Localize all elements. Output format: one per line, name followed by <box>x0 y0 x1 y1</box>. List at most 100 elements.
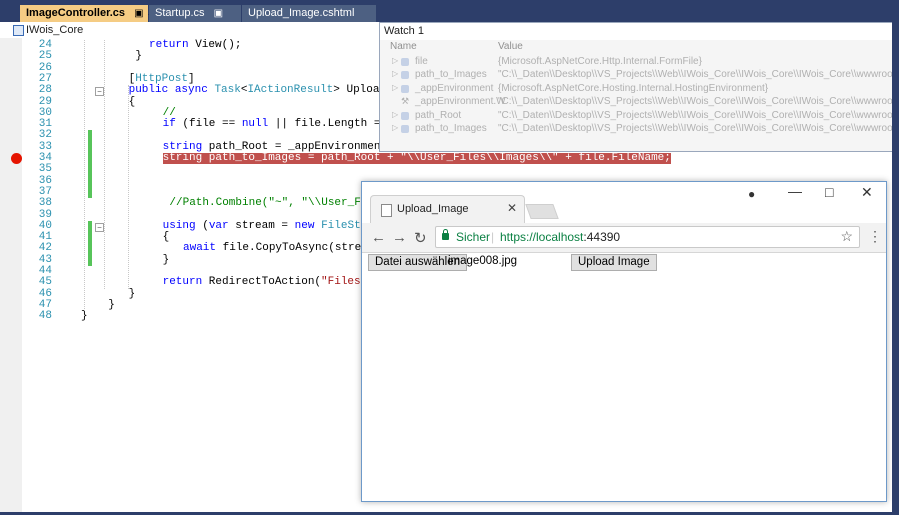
close-window-icon[interactable]: ✕ <box>861 184 873 201</box>
lock-icon <box>442 229 449 240</box>
watch-name: path_Root <box>415 109 462 121</box>
code-line[interactable]: { <box>129 96 136 108</box>
watch-name: path_to_Images <box>415 69 487 81</box>
separator: | <box>491 230 495 244</box>
watch-header: Name Value <box>380 40 898 54</box>
url-text: https://localhost:44390 <box>500 230 620 244</box>
page-icon <box>381 204 392 217</box>
watch-window: Watch 1 Name Value ▷ file {Microsoft.AspNe… <box>379 22 899 152</box>
collapse-icon[interactable]: − <box>95 222 104 232</box>
close-tab-icon[interactable]: ✕ <box>507 201 517 215</box>
tab-label: Startup.cs <box>155 7 205 19</box>
tab-imagecontroller[interactable]: ImageController.cs ▣ →✕ <box>20 5 165 22</box>
watch-name: file <box>415 56 428 67</box>
breakpoint-line[interactable]: string path_to_Images = path_Root + "\\U… <box>162 152 671 165</box>
address-bar[interactable]: Sicher | https://localhost:44390 ☆ <box>435 226 860 248</box>
new-tab-button[interactable] <box>525 204 559 219</box>
code-line[interactable]: { <box>163 231 170 243</box>
object-icon <box>401 111 409 120</box>
menu-icon[interactable]: ⋮ <box>868 228 882 245</box>
wrench-icon: ⚒ <box>401 96 410 107</box>
watch-title[interactable]: Watch 1 <box>380 23 898 40</box>
watch-value: "C:\\_Daten\\Desktop\\VS_Projects\\Web\\… <box>498 123 899 134</box>
expand-icon[interactable]: ▷ <box>392 123 398 132</box>
code-line[interactable]: return View(); <box>149 39 241 51</box>
watch-value-header[interactable]: Value <box>498 41 523 52</box>
url-scheme-host: https://localhost <box>500 230 584 244</box>
object-icon <box>401 58 409 66</box>
watch-name: _appEnvironment <box>415 82 494 94</box>
selected-file-name: image008.jpg <box>448 255 518 267</box>
changed-lines-marker <box>88 130 92 199</box>
tab-label: ImageController.cs <box>26 7 126 19</box>
watch-value: {Microsoft.AspNetCore.Http.Internal.Form… <box>498 56 702 67</box>
code-line[interactable]: } <box>129 288 136 300</box>
changed-lines-marker <box>88 220 92 266</box>
browser-toolbar: ← → ↻ Sicher | https://localhost:44390 ☆… <box>362 223 886 253</box>
watch-value: "C:\\_Daten\\Desktop\\VS_Projects\\Web\\… <box>498 69 899 81</box>
line-number: 42 <box>38 242 52 255</box>
project-dropdown[interactable]: IWois_Core <box>26 22 83 38</box>
watch-row[interactable]: ▷ file {Microsoft.AspNetCore.Http.Internal… <box>380 56 898 69</box>
document-tab-strip: ImageController.cs ▣ →✕ Startup.cs ▣ Upl… <box>0 0 899 22</box>
watch-value: "C:\\_Daten\\Desktop\\VS_Projects\\Web\\… <box>498 109 899 121</box>
code-line[interactable]: } <box>108 299 115 311</box>
window-frame-right <box>892 0 899 515</box>
back-icon[interactable]: ← <box>371 229 386 246</box>
watch-value: {Microsoft.AspNetCore.Hosting.Internal.H… <box>498 82 769 94</box>
line-number: 32 <box>38 129 52 142</box>
forward-icon[interactable]: → <box>392 229 407 246</box>
url-port: :44390 <box>583 230 621 244</box>
bookmark-star-icon[interactable]: ☆ <box>840 228 853 245</box>
page-content: Datei auswählen image008.jpg Upload Imag… <box>362 253 886 501</box>
line-number: 38 <box>38 197 52 210</box>
indent-guide <box>128 85 129 289</box>
indent-guide <box>104 40 105 289</box>
line-number: 28 <box>38 84 52 97</box>
browser-window: Upload_Image ✕ ● — □ ✕ ← → ↻ Sicher | ht… <box>361 181 887 502</box>
tab-upload-image[interactable]: Upload_Image.cshtml <box>242 5 376 22</box>
code-line[interactable]: } <box>81 310 88 322</box>
object-icon <box>401 125 409 133</box>
expand-icon[interactable]: ▷ <box>392 69 398 78</box>
watch-name: path_to_Images <box>415 123 487 134</box>
code-line[interactable]: } <box>135 50 142 62</box>
line-number: 35 <box>38 163 52 176</box>
watch-row[interactable]: ▷ path_Root "C:\\_Daten\\Desktop\\VS_Proje… <box>380 109 899 123</box>
object-icon <box>401 84 409 93</box>
line-number: 45 <box>38 276 52 289</box>
browser-tab-title: Upload_Image <box>397 203 469 215</box>
collapse-icon[interactable]: − <box>95 87 104 97</box>
code-line[interactable]: return RedirectToAction("Files"); <box>163 276 381 288</box>
watch-row[interactable]: ▷ path_to_Images "C:\\_Daten\\Desktop\\VS_… <box>380 69 899 82</box>
upload-image-button[interactable]: Upload Image <box>571 254 657 271</box>
minimize-icon[interactable]: — <box>788 183 802 199</box>
code-line[interactable]: await file.CopyToAsync(stream); <box>183 243 388 255</box>
indent-guide <box>84 40 85 312</box>
lock-icon: ▣ <box>213 8 224 19</box>
line-number: 48 <box>38 310 52 323</box>
maximize-icon[interactable]: □ <box>825 184 833 200</box>
secure-label: Sicher <box>456 230 491 244</box>
project-icon <box>13 25 24 36</box>
watch-value: "C:\\_Daten\\Desktop\\VS_Projects\\Web\\… <box>498 96 899 108</box>
profile-icon[interactable]: ● <box>748 187 755 201</box>
watch-name: _appEnvironment.W <box>415 96 506 108</box>
reload-icon[interactable]: ↻ <box>414 229 427 247</box>
expand-icon[interactable]: ▷ <box>392 83 398 92</box>
watch-row[interactable]: ▷ _appEnvironment {Microsoft.AspNetCore.Ho… <box>380 83 898 96</box>
expand-icon[interactable]: ▷ <box>392 110 398 119</box>
tab-startup[interactable]: Startup.cs ▣ <box>149 5 241 22</box>
browser-tab[interactable]: Upload_Image ✕ <box>370 195 525 223</box>
glyph-margin[interactable] <box>0 38 22 515</box>
browser-title-bar: Upload_Image ✕ ● — □ ✕ <box>362 182 886 223</box>
object-icon <box>401 71 409 80</box>
watch-row[interactable]: ⚒ _appEnvironment.W "C:\\_Daten\\Desktop\\… <box>380 96 899 109</box>
tab-label: Upload_Image.cshtml <box>248 7 355 19</box>
expand-icon[interactable]: ▷ <box>392 56 398 65</box>
line-number: 25 <box>38 50 52 63</box>
code-line[interactable]: } <box>163 254 170 266</box>
watch-name-header[interactable]: Name <box>390 41 417 52</box>
breakpoint-icon[interactable] <box>11 153 22 164</box>
watch-row[interactable]: ▷ path_to_Images "C:\\_Daten\\Desktop\\VS_… <box>380 123 899 136</box>
